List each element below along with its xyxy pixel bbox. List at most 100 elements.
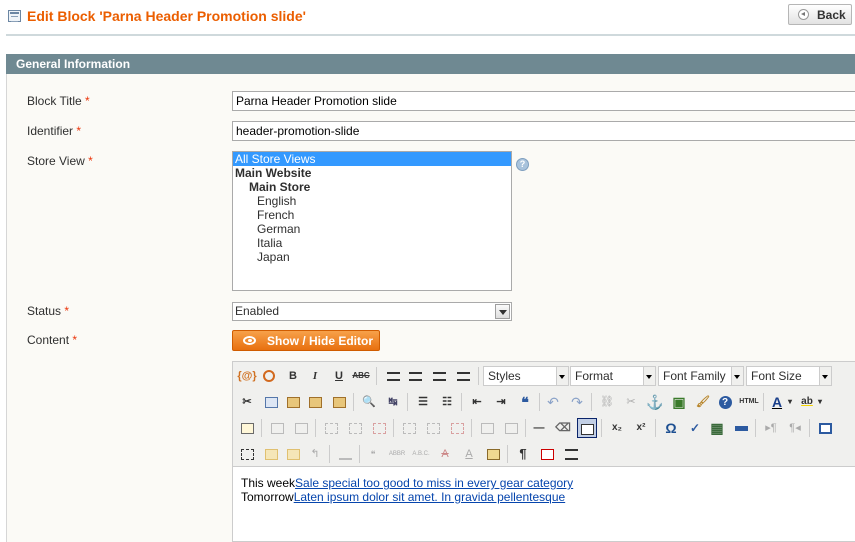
block-title-input[interactable] bbox=[232, 91, 855, 111]
move-forward-icon[interactable] bbox=[261, 444, 281, 464]
insert-col-after-icon[interactable] bbox=[423, 418, 443, 438]
cms-block-icon bbox=[8, 10, 21, 22]
show-blocks-icon[interactable]: ¶ bbox=[513, 444, 533, 464]
content-link[interactable]: Laten ipsum dolor sit amet. In gravida p… bbox=[294, 490, 566, 504]
insertion-icon[interactable]: A bbox=[459, 444, 479, 464]
status-label: Status * bbox=[27, 304, 70, 318]
content-line: This weekSale special too good to miss i… bbox=[241, 476, 574, 490]
insert-layer-icon[interactable] bbox=[237, 444, 257, 464]
rtl-icon[interactable]: ¶◂ bbox=[785, 418, 805, 438]
back-button[interactable]: Back bbox=[788, 4, 852, 25]
insert-variable-icon[interactable] bbox=[259, 366, 279, 386]
text-color-chevron-icon[interactable]: ▾ bbox=[785, 392, 795, 412]
anchor-icon[interactable]: ⚓ bbox=[645, 392, 665, 412]
paste-text-icon[interactable] bbox=[305, 392, 325, 412]
paste-word-icon[interactable] bbox=[329, 392, 349, 412]
abbreviation-icon[interactable]: ABBR bbox=[387, 444, 407, 464]
page-break-icon[interactable] bbox=[561, 444, 581, 464]
style-props-icon[interactable] bbox=[335, 444, 355, 464]
show-hide-editor-button[interactable]: Show / Hide Editor bbox=[232, 330, 380, 351]
store-view-option[interactable]: Main Website bbox=[233, 166, 511, 180]
align-left-icon[interactable] bbox=[383, 366, 403, 386]
link-icon[interactable]: ⛓ bbox=[597, 392, 617, 412]
store-view-option[interactable]: English bbox=[233, 194, 511, 208]
advanced-hr-icon[interactable] bbox=[731, 418, 751, 438]
move-backward-icon[interactable] bbox=[283, 444, 303, 464]
row-props-icon[interactable] bbox=[267, 418, 287, 438]
status-select[interactable]: Enabled bbox=[232, 302, 512, 321]
delete-row-icon[interactable] bbox=[369, 418, 389, 438]
format-dropdown[interactable]: Format bbox=[570, 366, 656, 386]
numbered-list-icon[interactable]: ☷ bbox=[437, 392, 457, 412]
outdent-icon[interactable]: ⇤ bbox=[467, 392, 487, 412]
media-icon[interactable]: ▦ bbox=[707, 418, 727, 438]
cleanup-icon[interactable]: 🖌 bbox=[693, 392, 713, 412]
attributes-icon[interactable] bbox=[483, 444, 503, 464]
editor-toolbar: {@} B I U ABC Styles Format Font Family … bbox=[233, 362, 855, 467]
required-marker: * bbox=[76, 124, 82, 138]
redo-icon[interactable]: ↷ bbox=[567, 392, 587, 412]
fullscreen-icon[interactable] bbox=[815, 418, 835, 438]
identifier-input[interactable] bbox=[232, 121, 855, 141]
help-icon[interactable]: ? bbox=[715, 392, 735, 412]
align-right-icon[interactable] bbox=[429, 366, 449, 386]
align-justify-icon[interactable] bbox=[453, 366, 473, 386]
cell-props-icon[interactable] bbox=[291, 418, 311, 438]
store-view-option[interactable]: Japan bbox=[233, 250, 511, 264]
insert-col-before-icon[interactable] bbox=[399, 418, 419, 438]
cut-icon[interactable]: ✂ bbox=[237, 392, 257, 412]
remove-format-icon[interactable]: ⌫ bbox=[553, 418, 573, 438]
horizontal-rule-icon[interactable]: — bbox=[529, 418, 549, 438]
strikethrough-icon[interactable]: ABC bbox=[351, 366, 371, 386]
font-size-dropdown[interactable]: Font Size bbox=[746, 366, 832, 386]
background-color-chevron-icon[interactable]: ▾ bbox=[815, 392, 825, 412]
insert-row-before-icon[interactable] bbox=[321, 418, 341, 438]
store-view-option[interactable]: Italia bbox=[233, 236, 511, 250]
subscript-icon[interactable]: x₂ bbox=[607, 418, 627, 438]
bullet-list-icon[interactable]: ☰ bbox=[413, 392, 433, 412]
ltr-icon[interactable]: ▸¶ bbox=[761, 418, 781, 438]
merge-cells-icon[interactable] bbox=[501, 418, 521, 438]
split-cells-icon[interactable] bbox=[477, 418, 497, 438]
font-family-dropdown[interactable]: Font Family bbox=[658, 366, 744, 386]
acronym-icon[interactable]: A.B.C. bbox=[411, 444, 431, 464]
copy-icon[interactable] bbox=[261, 392, 281, 412]
image-icon[interactable]: ▣ bbox=[669, 392, 689, 412]
indent-icon[interactable]: ⇥ bbox=[491, 392, 511, 412]
store-view-option[interactable]: All Store Views bbox=[233, 152, 511, 166]
html-source-icon[interactable]: HTML bbox=[739, 392, 759, 412]
deletion-icon[interactable]: A bbox=[435, 444, 455, 464]
help-icon[interactable]: ? bbox=[516, 158, 529, 171]
bold-icon[interactable]: B bbox=[283, 366, 303, 386]
background-color-icon[interactable]: ab bbox=[797, 392, 817, 412]
special-character-icon[interactable]: Ω bbox=[661, 418, 681, 438]
undo-icon[interactable]: ↶ bbox=[543, 392, 563, 412]
text-color-icon[interactable]: A bbox=[767, 392, 787, 412]
absolute-position-icon[interactable]: ↰ bbox=[305, 444, 325, 464]
paste-icon[interactable] bbox=[283, 392, 303, 412]
styles-dropdown[interactable]: Styles bbox=[483, 366, 569, 386]
italic-icon[interactable]: I bbox=[305, 366, 325, 386]
nonbreaking-space-icon[interactable] bbox=[537, 444, 557, 464]
visual-aid-icon[interactable] bbox=[577, 418, 597, 438]
insert-table-icon[interactable] bbox=[237, 418, 257, 438]
delete-col-icon[interactable] bbox=[447, 418, 467, 438]
spellcheck-icon[interactable]: ✓ bbox=[685, 418, 705, 438]
store-view-option[interactable]: Main Store bbox=[233, 180, 511, 194]
store-view-option[interactable]: German bbox=[233, 222, 511, 236]
editor-content[interactable]: This weekSale special too good to miss i… bbox=[241, 476, 573, 504]
underline-icon[interactable]: U bbox=[329, 366, 349, 386]
store-view-multiselect[interactable]: All Store Views Main Website Main Store … bbox=[232, 151, 512, 291]
store-view-option[interactable]: French bbox=[233, 208, 511, 222]
superscript-icon[interactable]: x² bbox=[631, 418, 651, 438]
cite-icon[interactable]: ❝ bbox=[363, 444, 383, 464]
insert-row-after-icon[interactable] bbox=[345, 418, 365, 438]
find-icon[interactable]: 🔍 bbox=[359, 392, 379, 412]
replace-icon[interactable]: ↹ bbox=[383, 392, 403, 412]
blockquote-icon[interactable]: ❝ bbox=[515, 392, 535, 412]
align-center-icon[interactable] bbox=[405, 366, 425, 386]
content-link[interactable]: Sale special too good to miss in every g… bbox=[295, 476, 573, 490]
unlink-icon[interactable]: ✂ bbox=[621, 392, 641, 412]
insert-widget-icon[interactable]: {@} bbox=[237, 366, 257, 386]
toolbar-separator bbox=[809, 419, 810, 437]
